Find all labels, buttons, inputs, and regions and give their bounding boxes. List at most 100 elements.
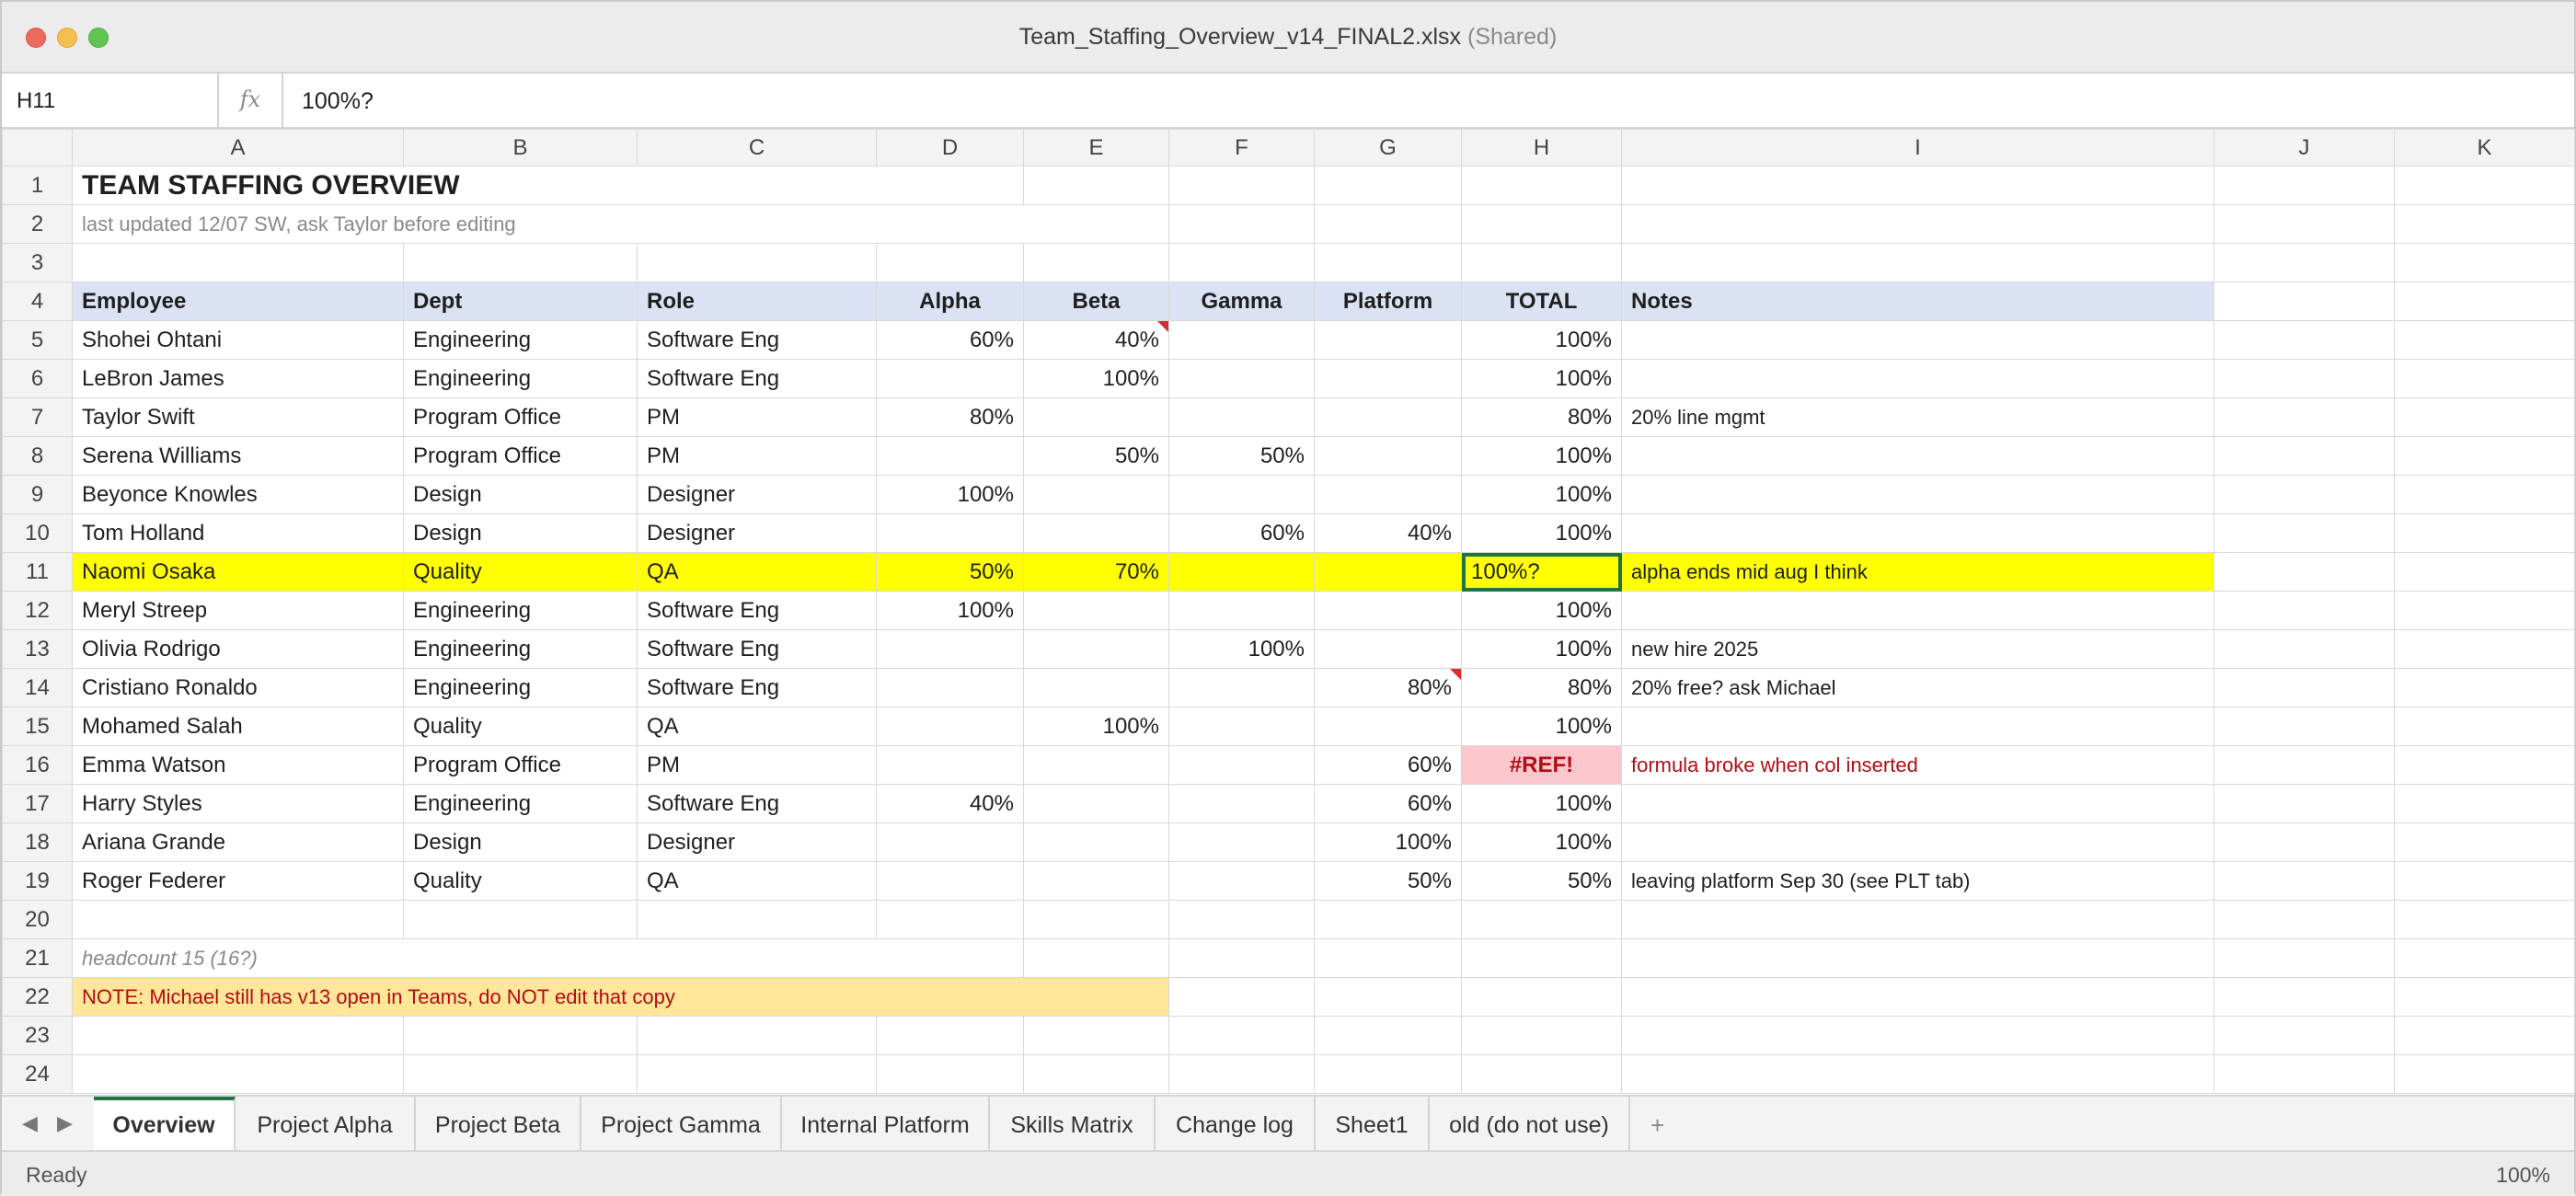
row-header[interactable]: 18: [2, 822, 73, 862]
cell[interactable]: [2394, 629, 2575, 669]
cell[interactable]: [2214, 436, 2395, 476]
cell[interactable]: [2214, 938, 2395, 978]
cell[interactable]: [1621, 977, 2214, 1017]
row-header[interactable]: 1: [2, 166, 73, 205]
column-header-c[interactable]: C: [637, 129, 877, 167]
cell[interactable]: [2394, 166, 2575, 205]
cell[interactable]: [2394, 745, 2575, 785]
cell-employee[interactable]: Ariana Grande: [72, 822, 404, 862]
cell-gamma[interactable]: [1168, 475, 1315, 514]
row-header[interactable]: 19: [2, 861, 73, 901]
cell-gamma[interactable]: [1168, 745, 1315, 785]
cell[interactable]: [2394, 977, 2575, 1017]
cell[interactable]: [2394, 204, 2575, 244]
row-header[interactable]: 3: [2, 243, 73, 282]
cell[interactable]: [2214, 707, 2395, 746]
last-updated-cell[interactable]: last updated 12/07 SW, ask Taylor before…: [72, 204, 1169, 244]
cell[interactable]: [2214, 552, 2395, 592]
cell-dept[interactable]: Engineering: [403, 629, 638, 669]
cell-dept[interactable]: Engineering: [403, 359, 638, 398]
cell[interactable]: [2394, 591, 2575, 630]
tab-old-do-not-use[interactable]: old (do not use): [1430, 1097, 1630, 1150]
column-header-h[interactable]: H: [1461, 129, 1622, 167]
cell[interactable]: [1314, 204, 1462, 244]
cell[interactable]: [2214, 591, 2395, 630]
cell-beta[interactable]: [1023, 591, 1169, 630]
cell-role[interactable]: Software Eng: [637, 359, 877, 398]
cell-employee[interactable]: Shohei Ohtani: [72, 320, 404, 360]
cell-role[interactable]: QA: [637, 707, 877, 746]
row-header[interactable]: 11: [2, 552, 73, 592]
cell[interactable]: [1621, 204, 2214, 244]
cell-role[interactable]: QA: [637, 861, 877, 901]
cell-notes[interactable]: alpha ends mid aug I think: [1621, 552, 2214, 592]
cell-role[interactable]: Software Eng: [637, 629, 877, 669]
cell-total[interactable]: 80%: [1461, 397, 1622, 437]
cell[interactable]: [403, 243, 638, 282]
cell-dept[interactable]: Design: [403, 513, 638, 553]
cell-beta[interactable]: 100%: [1023, 359, 1169, 398]
cell[interactable]: [2214, 475, 2395, 514]
headcount-cell[interactable]: headcount 15 (16?): [72, 938, 1024, 978]
cell-gamma[interactable]: [1168, 668, 1315, 707]
cell-role[interactable]: Designer: [637, 822, 877, 862]
cell[interactable]: [2214, 282, 2395, 321]
cell[interactable]: [1461, 977, 1622, 1017]
cell[interactable]: [1621, 1016, 2214, 1055]
cell[interactable]: [2214, 243, 2395, 282]
cell[interactable]: [2214, 204, 2395, 244]
cell-employee[interactable]: Emma Watson: [72, 745, 404, 785]
cell-notes[interactable]: [1621, 436, 2214, 476]
header-beta[interactable]: Beta: [1023, 282, 1169, 321]
name-box[interactable]: H11: [2, 74, 219, 127]
cell-employee[interactable]: Beyonce Knowles: [72, 475, 404, 514]
cell[interactable]: [2394, 668, 2575, 707]
cell-alpha[interactable]: 40%: [876, 784, 1024, 823]
cell-dept[interactable]: Quality: [403, 861, 638, 901]
cell[interactable]: [1461, 938, 1622, 978]
fx-icon[interactable]: fx: [219, 74, 283, 127]
cell[interactable]: [1461, 1016, 1622, 1055]
cell-platform[interactable]: [1314, 320, 1462, 360]
cell-total[interactable]: 100%: [1461, 359, 1622, 398]
cell-notes[interactable]: [1621, 359, 2214, 398]
cell[interactable]: [1461, 166, 1622, 205]
cell-role[interactable]: Software Eng: [637, 668, 877, 707]
row-header[interactable]: 9: [2, 475, 73, 514]
cell-notes[interactable]: leaving platform Sep 30 (see PLT tab): [1621, 861, 2214, 901]
column-header-f[interactable]: F: [1168, 129, 1315, 167]
cell[interactable]: [1314, 1054, 1462, 1094]
cell-notes[interactable]: [1621, 784, 2214, 823]
cell-employee[interactable]: Meryl Streep: [72, 591, 404, 630]
cell[interactable]: [1023, 938, 1169, 978]
cell-gamma[interactable]: [1168, 822, 1315, 862]
cell-dept[interactable]: Quality: [403, 552, 638, 592]
sheet-title-cell[interactable]: TEAM STAFFING OVERVIEW: [72, 166, 1024, 205]
cell-beta[interactable]: 100%: [1023, 707, 1169, 746]
tab-project-gamma[interactable]: Project Gamma: [581, 1097, 782, 1150]
cell[interactable]: [1621, 243, 2214, 282]
cell-platform[interactable]: 100%: [1314, 822, 1462, 862]
cell[interactable]: [1023, 1016, 1169, 1055]
cell-alpha[interactable]: 80%: [876, 397, 1024, 437]
cell-total[interactable]: 100%: [1461, 320, 1622, 360]
cell[interactable]: [2214, 784, 2395, 823]
cell[interactable]: [2394, 320, 2575, 360]
cell-alpha[interactable]: [876, 359, 1024, 398]
cell[interactable]: [72, 243, 404, 282]
row-header[interactable]: 2: [2, 204, 73, 244]
cell[interactable]: [2394, 436, 2575, 476]
cell-total[interactable]: 100%: [1461, 629, 1622, 669]
cell-beta[interactable]: 70%: [1023, 552, 1169, 592]
cell-employee[interactable]: LeBron James: [72, 359, 404, 398]
cell[interactable]: [876, 1016, 1024, 1055]
column-header-k[interactable]: K: [2394, 129, 2575, 167]
cell-notes[interactable]: [1621, 591, 2214, 630]
cell-alpha[interactable]: [876, 822, 1024, 862]
cell[interactable]: [1168, 166, 1315, 205]
column-header-a[interactable]: A: [72, 129, 404, 167]
row-header[interactable]: 6: [2, 359, 73, 398]
cell-platform[interactable]: [1314, 475, 1462, 514]
header-alpha[interactable]: Alpha: [876, 282, 1024, 321]
header-gamma[interactable]: Gamma: [1168, 282, 1315, 321]
